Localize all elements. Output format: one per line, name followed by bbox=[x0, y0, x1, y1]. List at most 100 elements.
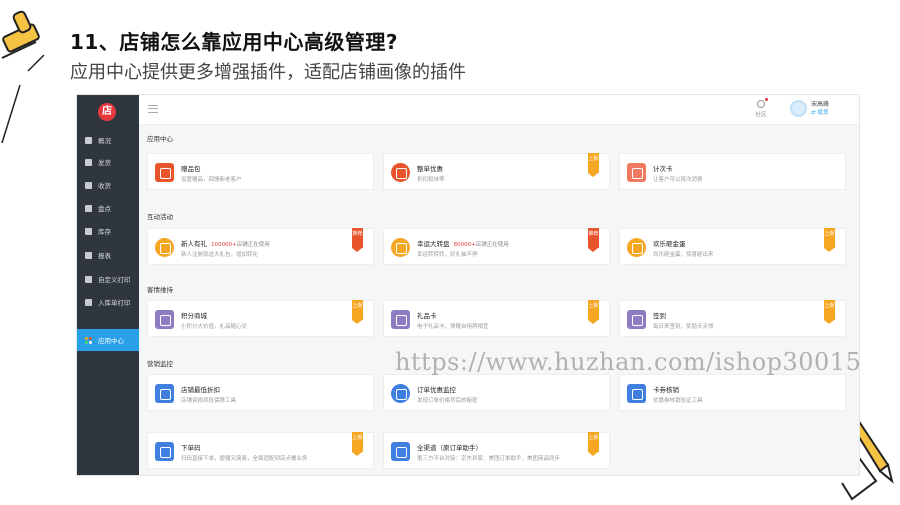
app-card-golden-egg[interactable]: 欢乐砸金蛋 欢乐砸金蛋，惊喜砸出来 上新 bbox=[619, 228, 846, 265]
sidebar-item-app-center[interactable]: 应用中心 bbox=[77, 329, 139, 351]
app-card-min-discount[interactable]: 店铺最低折扣 店铺资损风险保障工具 bbox=[147, 374, 374, 411]
app-card-desc: 幸运转转转，好礼抽不停 bbox=[417, 252, 478, 258]
qrcode-icon bbox=[155, 442, 174, 461]
watermark: https://www.huzhan.com/ishop30015 bbox=[395, 348, 862, 376]
app-card-name: 整单优惠 bbox=[417, 165, 443, 173]
app-card-name: 欢乐砸金蛋 bbox=[653, 240, 686, 248]
community-link[interactable]: 社区 bbox=[751, 98, 771, 118]
app-card-order-qrcode[interactable]: 下单码 扫码直接下单，便捷又简易，全面适配到店点餐业务 上新 bbox=[147, 432, 374, 469]
app-card-desc: 店铺资损风险保障工具 bbox=[181, 398, 237, 404]
monitor-icon bbox=[391, 384, 410, 403]
sidebar-item-label: 收货 bbox=[98, 182, 111, 190]
app-card-lucky-wheel[interactable]: 幸运大转盘 80000+店铺正在使用 幸运转转转，好礼抽不停 推荐 bbox=[383, 228, 610, 265]
sidebar-item-label: 应用中心 bbox=[98, 337, 124, 345]
coins-icon bbox=[155, 310, 174, 329]
sidebar-item-receiving[interactable]: 收货 bbox=[77, 174, 139, 196]
new-badge: 上新 bbox=[588, 432, 599, 456]
section-title: 应用中心 bbox=[147, 135, 173, 143]
sidebar-item-label: 概况 bbox=[98, 137, 111, 145]
gift-icon bbox=[155, 163, 174, 182]
slide-subtitle: 应用中心提供更多增强插件，适配店铺画像的插件 bbox=[70, 62, 466, 83]
discount-icon bbox=[391, 163, 410, 182]
sidebar: 店 概况 发货 收货 盘点 库存 报表 自定义打印 入库单打印 应用中心 bbox=[77, 95, 139, 475]
sidebar-item-label: 入库单打印 bbox=[98, 299, 131, 307]
app-card-desc: 每日来签到，奖励天天领 bbox=[653, 324, 714, 330]
document-icon bbox=[391, 442, 410, 461]
app-card-desc: 电子礼品卡，馈赠自用两相宜 bbox=[417, 324, 489, 330]
user-menu[interactable]: 宋高峰 ⇄ 增货 bbox=[789, 100, 829, 117]
app-card-gift-card[interactable]: 礼品卡 电子礼品卡，馈赠自用两相宜 上新 bbox=[383, 300, 610, 337]
app-card-desc: 让客户可以按次消费 bbox=[653, 177, 703, 183]
app-card-omni-channel[interactable]: 全渠道（原订单助手） 第三方平台对接：京东到家、美团订单助手、美团商品同步 上新 bbox=[383, 432, 610, 469]
app-card-desc: 扫码直接下单，便捷又简易，全面适配到店点餐业务 bbox=[181, 456, 308, 462]
app-card-desc: 新人注册就送大礼包，增加转化 bbox=[181, 252, 259, 258]
app-card-newbie-gift[interactable]: 新人有礼 100000+店铺正在使用 新人注册就送大礼包，增加转化 推荐 bbox=[147, 228, 374, 265]
new-badge: 上新 bbox=[588, 300, 599, 324]
new-badge: 上新 bbox=[352, 432, 363, 456]
new-badge: 上新 bbox=[588, 153, 599, 177]
app-card-name: 签到 bbox=[653, 312, 666, 320]
app-card-points-mall[interactable]: 积分商城 小积分大价值，礼品随心兑 上新 bbox=[147, 300, 374, 337]
app-card-name: 赠品包 bbox=[181, 165, 201, 173]
sidebar-item-inventory[interactable]: 库存 bbox=[77, 220, 139, 242]
sidebar-item-reports[interactable]: 报表 bbox=[77, 244, 139, 266]
card-icon bbox=[627, 163, 646, 182]
sidebar-item-label: 发货 bbox=[98, 159, 111, 167]
sidebar-item-overview[interactable]: 概况 bbox=[77, 129, 139, 151]
app-card-name: 全渠道（原订单助手） bbox=[417, 444, 482, 452]
store-logo[interactable]: 店 bbox=[98, 103, 116, 121]
user-name: 宋高峰 bbox=[810, 100, 829, 108]
printer-icon bbox=[85, 275, 92, 283]
new-badge: 上新 bbox=[824, 300, 835, 324]
shield-check-icon bbox=[627, 384, 646, 403]
app-card-name: 店铺最低折扣 bbox=[181, 386, 220, 394]
compass-icon bbox=[757, 98, 768, 108]
sidebar-item-shipping[interactable]: 发货 bbox=[77, 151, 139, 173]
app-card-name: 礼品卡 bbox=[417, 312, 437, 320]
app-card-name: 订单优惠监控 bbox=[417, 386, 456, 394]
sidebar-item-label: 库存 bbox=[98, 228, 111, 236]
app-card-desc: 欢乐砸金蛋，惊喜砸出来 bbox=[653, 252, 714, 258]
sidebar-item-custom-print[interactable]: 自定义打印 bbox=[77, 268, 139, 290]
switch-store-link[interactable]: ⇄ 增货 bbox=[811, 109, 829, 117]
home-icon bbox=[85, 136, 92, 144]
app-card-name: 下单码 bbox=[181, 444, 201, 452]
sidebar-item-stocktake[interactable]: 盘点 bbox=[77, 197, 139, 219]
community-label: 社区 bbox=[755, 112, 767, 118]
box-icon bbox=[85, 227, 92, 235]
app-card-desc: 设置赠品，回馈新老客户 bbox=[181, 177, 242, 183]
price-tag-icon bbox=[155, 384, 174, 403]
app-card-order-monitor[interactable]: 订单优惠监控 发现订单价格背后的秘密 bbox=[383, 374, 610, 411]
app-card-name: 计次卡 bbox=[653, 165, 673, 173]
app-card-coupon-verify[interactable]: 卡券核销 优惠券核销验证工具 bbox=[619, 374, 846, 411]
apps-icon bbox=[85, 336, 92, 344]
app-card-gift-package[interactable]: 赠品包 设置赠品，回馈新老客户 bbox=[147, 153, 374, 190]
app-window: 店 概况 发货 收货 盘点 库存 报表 自定义打印 入库单打印 应用中心 社区 … bbox=[76, 94, 860, 476]
new-badge: 上新 bbox=[352, 300, 363, 324]
app-card-punch-card[interactable]: 计次卡 让客户可以按次消费 bbox=[619, 153, 846, 190]
chart-icon bbox=[85, 251, 92, 259]
recommend-badge: 推荐 bbox=[588, 228, 599, 252]
app-card-desc: 第三方平台对接：京东到家、美团订单助手、美团商品同步 bbox=[417, 456, 561, 462]
app-card-order-discount[interactable]: 整单优惠 折扣和抹零 上新 bbox=[383, 153, 610, 190]
sidebar-item-inbound-print[interactable]: 入库单打印 bbox=[77, 291, 139, 313]
printer-icon bbox=[85, 298, 92, 306]
app-card-name: 积分商城 bbox=[181, 312, 207, 320]
wheel-icon bbox=[391, 238, 410, 257]
decorative-line bbox=[1, 55, 45, 144]
topbar: 社区 宋高峰 ⇄ 增货 bbox=[139, 95, 859, 125]
truck-icon bbox=[85, 158, 92, 166]
giftcard-icon bbox=[391, 310, 410, 329]
section-title: 客情维持 bbox=[147, 286, 173, 294]
app-center-content: 应用中心 赠品包 设置赠品，回馈新老客户 整单优惠 折扣和抹零 上新 计次卡 让… bbox=[139, 125, 859, 475]
inbox-icon bbox=[85, 181, 92, 189]
sidebar-item-label: 自定义打印 bbox=[98, 276, 131, 284]
app-card-check-in[interactable]: 签到 每日来签到，奖励天天领 上新 bbox=[619, 300, 846, 337]
app-card-name: 幸运大转盘 80000+店铺正在使用 bbox=[417, 240, 509, 248]
checkin-icon bbox=[627, 310, 646, 329]
newbie-icon bbox=[155, 238, 174, 257]
recommend-badge: 推荐 bbox=[352, 228, 363, 252]
sidebar-item-label: 盘点 bbox=[98, 205, 111, 213]
new-badge: 上新 bbox=[824, 228, 835, 252]
menu-toggle-icon[interactable] bbox=[148, 105, 158, 113]
